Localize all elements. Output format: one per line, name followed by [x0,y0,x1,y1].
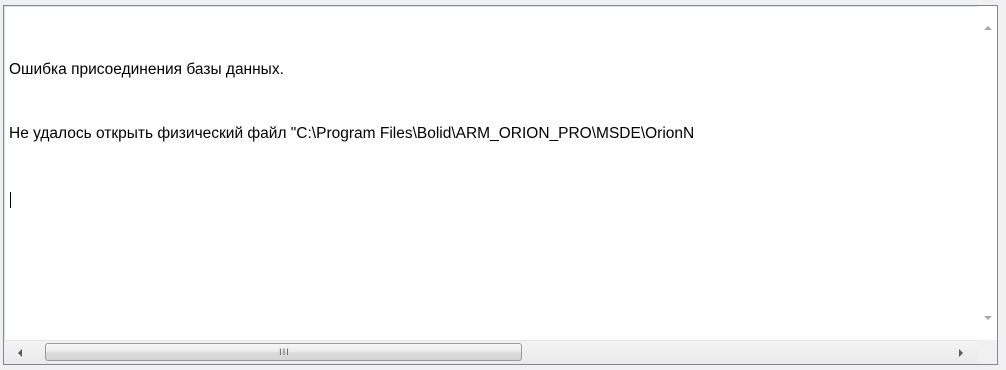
error-line-1: Ошибка присоединения базы данных. [9,61,284,78]
scroll-left-arrow-icon[interactable] [18,349,22,357]
horizontal-scroll-thumb[interactable]: III [45,343,522,361]
scroll-right-arrow-icon[interactable] [959,349,963,357]
text-content[interactable]: Ошибка присоединения базы данных. Не уда… [9,15,977,336]
vertical-scrollbar[interactable] [978,6,997,340]
message-text-box[interactable]: Ошибка присоединения базы данных. Не уда… [3,5,998,365]
grip-icon: III [279,348,290,358]
text-caret [10,192,11,208]
scrollbar-corner [978,340,997,364]
scroll-down-arrow-icon[interactable] [984,316,992,320]
error-line-2: Не удалось открыть физический файл "C:\P… [9,125,695,142]
scroll-up-arrow-icon[interactable] [984,26,992,30]
horizontal-scrollbar[interactable]: III [4,340,978,364]
